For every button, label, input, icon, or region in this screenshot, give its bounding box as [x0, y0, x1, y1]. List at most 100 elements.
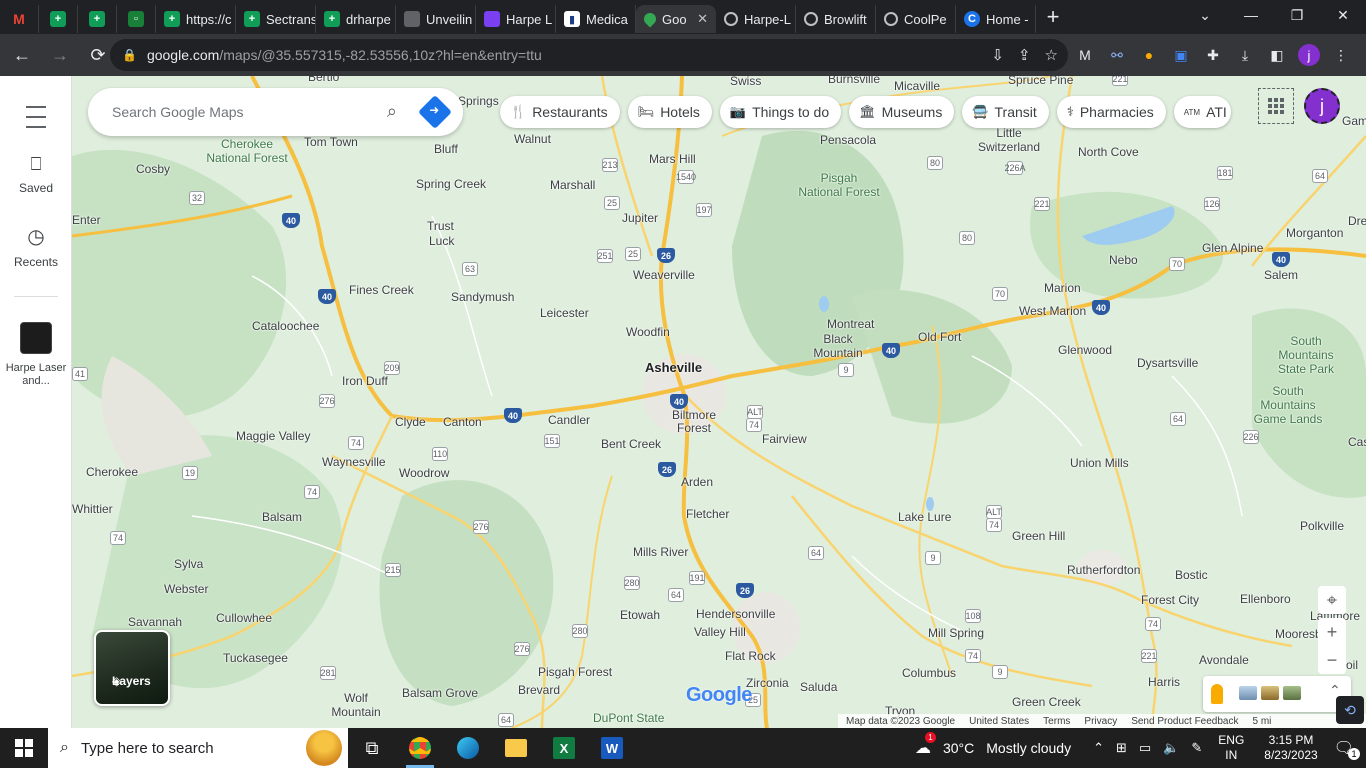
map-label[interactable]: Arden: [681, 475, 713, 489]
clock[interactable]: 3:15 PM 8/23/2023: [1264, 733, 1317, 763]
map-label[interactable]: Whittier: [72, 502, 113, 516]
map-label[interactable]: West Marion: [1019, 304, 1086, 318]
map-label[interactable]: Bertio: [308, 76, 339, 84]
forward-button[interactable]: →: [44, 39, 76, 71]
imagery-thumb-2[interactable]: [1261, 686, 1279, 700]
tab-8[interactable]: Harpe L: [476, 5, 556, 33]
recents-button[interactable]: ◷ Recents: [0, 224, 72, 269]
map-label[interactable]: North Cove: [1078, 145, 1139, 159]
map-label[interactable]: Springs: [458, 94, 499, 108]
tab-google-maps[interactable]: Goo ✕: [636, 5, 716, 33]
tab-7[interactable]: Unveilin: [396, 5, 476, 33]
map-label[interactable]: South Mountains State Park: [1268, 334, 1344, 376]
map-label[interactable]: Waynesville: [322, 455, 386, 469]
volume-muted-icon[interactable]: 🔈: [1163, 740, 1179, 756]
map-label[interactable]: Union Mills: [1070, 456, 1129, 470]
taskbar-word[interactable]: W: [588, 728, 636, 768]
tab-5[interactable]: + Sectrans: [236, 5, 316, 33]
map-label[interactable]: Maggie Valley: [236, 429, 310, 443]
map-label[interactable]: Glen Alpine: [1202, 241, 1263, 255]
map-label[interactable]: Green Creek: [1012, 695, 1081, 709]
map-label[interactable]: Avondale: [1199, 653, 1249, 667]
chip-pharmacies[interactable]: ⚕ Pharmacies: [1056, 96, 1166, 128]
map-label[interactable]: Zirconia: [746, 676, 789, 690]
chip-hotels[interactable]: 🛏 Hotels: [627, 96, 712, 128]
map-label[interactable]: Woodrow: [399, 466, 449, 480]
pegman-icon[interactable]: [1211, 684, 1223, 704]
map-label[interactable]: Tom Town: [304, 135, 358, 149]
extension-link-icon[interactable]: ⚯: [1106, 44, 1128, 66]
map-label[interactable]: Canton: [443, 415, 482, 429]
map-label[interactable]: Cullowhee: [216, 611, 272, 625]
weather-temp[interactable]: 30°C: [943, 740, 974, 756]
map-label[interactable]: Bluff: [434, 142, 458, 156]
map-label[interactable]: Gam: [1342, 114, 1366, 128]
map-label[interactable]: Cherokee: [86, 465, 138, 479]
directions-icon[interactable]: ➜: [418, 95, 452, 129]
map-label[interactable]: Enter: [72, 213, 101, 227]
map-label[interactable]: Old Fort: [918, 330, 961, 344]
map-label[interactable]: Cosby: [136, 162, 170, 176]
map-label[interactable]: Marshall: [550, 178, 595, 192]
taskbar-search[interactable]: ⌕ Type here to search: [48, 728, 348, 768]
map-label[interactable]: Lake Lure: [898, 510, 951, 524]
map-label[interactable]: Polkville: [1300, 519, 1344, 533]
map-label[interactable]: Brevard: [518, 683, 560, 697]
map-label[interactable]: Wolf Mountain: [328, 691, 384, 719]
map-canvas[interactable]: Cosby Tom Town Cherokee National Forest …: [72, 76, 1366, 728]
search-box[interactable]: ⌕ ➜: [88, 88, 463, 136]
taskbar-chrome[interactable]: [396, 728, 444, 768]
search-input[interactable]: [112, 104, 362, 120]
map-label[interactable]: DuPont State: [593, 711, 664, 725]
feedback-link[interactable]: Send Product Feedback: [1131, 716, 1238, 727]
map-label[interactable]: Weaverville: [633, 268, 695, 282]
map-label[interactable]: Balsam Grove: [402, 686, 478, 700]
map-label[interactable]: Tuckasegee: [223, 651, 288, 665]
map-label[interactable]: Mars Hill: [649, 152, 696, 166]
map-label[interactable]: Woodfin: [626, 325, 670, 339]
map-label[interactable]: Luck: [429, 234, 454, 248]
map-label[interactable]: Pisgah Forest: [538, 665, 612, 679]
terms-link[interactable]: Terms: [1043, 716, 1070, 727]
extension-blue-icon[interactable]: ▣: [1170, 44, 1192, 66]
map-label[interactable]: Dysartsville: [1137, 356, 1198, 370]
map-label[interactable]: Etowah: [620, 608, 660, 622]
back-button[interactable]: ←: [6, 39, 38, 71]
install-icon[interactable]: ⇩: [991, 46, 1004, 64]
extensions-puzzle-icon[interactable]: ✚: [1202, 44, 1224, 66]
map-label[interactable]: Candler: [548, 413, 590, 427]
tab-sheets-2[interactable]: +: [78, 5, 117, 33]
map-label[interactable]: Ellenboro: [1240, 592, 1291, 606]
map-label[interactable]: Green Hill: [1012, 529, 1065, 543]
map-label[interactable]: Columbus: [902, 666, 956, 680]
map-label[interactable]: Salem: [1264, 268, 1298, 282]
display-icon[interactable]: ▭: [1139, 740, 1151, 756]
map-label[interactable]: Fairview: [762, 432, 807, 446]
tab-9[interactable]: ▮ Medica: [556, 5, 636, 33]
map-label[interactable]: Webster: [164, 582, 208, 596]
map-label[interactable]: Pensacola: [820, 133, 876, 147]
share-icon[interactable]: ⇪: [1018, 46, 1031, 64]
chip-restaurants[interactable]: 🍴 Restaurants: [500, 96, 620, 128]
google-apps-button[interactable]: [1258, 88, 1294, 124]
language-indicator[interactable]: ENG IN: [1218, 733, 1244, 763]
weather-text[interactable]: Mostly cloudy: [986, 740, 1071, 756]
tab-search-icon[interactable]: ⌄: [1182, 0, 1228, 30]
map-label[interactable]: Spruce Pine: [1008, 76, 1073, 87]
menu-hamburger-icon[interactable]: [0, 102, 72, 132]
weather-widget[interactable]: ☁ 1: [915, 732, 936, 758]
map-label[interactable]: Marion: [1044, 281, 1081, 295]
tab-14[interactable]: C Home -: [956, 5, 1036, 33]
chip-transit[interactable]: 🚍 Transit: [962, 96, 1049, 128]
taskbar-edge[interactable]: [444, 728, 492, 768]
map-label[interactable]: Montreat: [827, 317, 874, 331]
map-label[interactable]: Fletcher: [686, 507, 729, 521]
map-label[interactable]: Black Mountain: [813, 332, 863, 360]
close-window-button[interactable]: ✕: [1320, 0, 1366, 30]
zoom-in-button[interactable]: +: [1318, 618, 1346, 646]
map-label[interactable]: Asheville: [645, 360, 702, 375]
map-label[interactable]: Fines Creek: [349, 283, 414, 297]
map-label[interactable]: Trust: [427, 219, 454, 233]
zoom-out-button[interactable]: −: [1318, 646, 1346, 674]
saved-button[interactable]: ⎕ Saved: [0, 154, 72, 195]
